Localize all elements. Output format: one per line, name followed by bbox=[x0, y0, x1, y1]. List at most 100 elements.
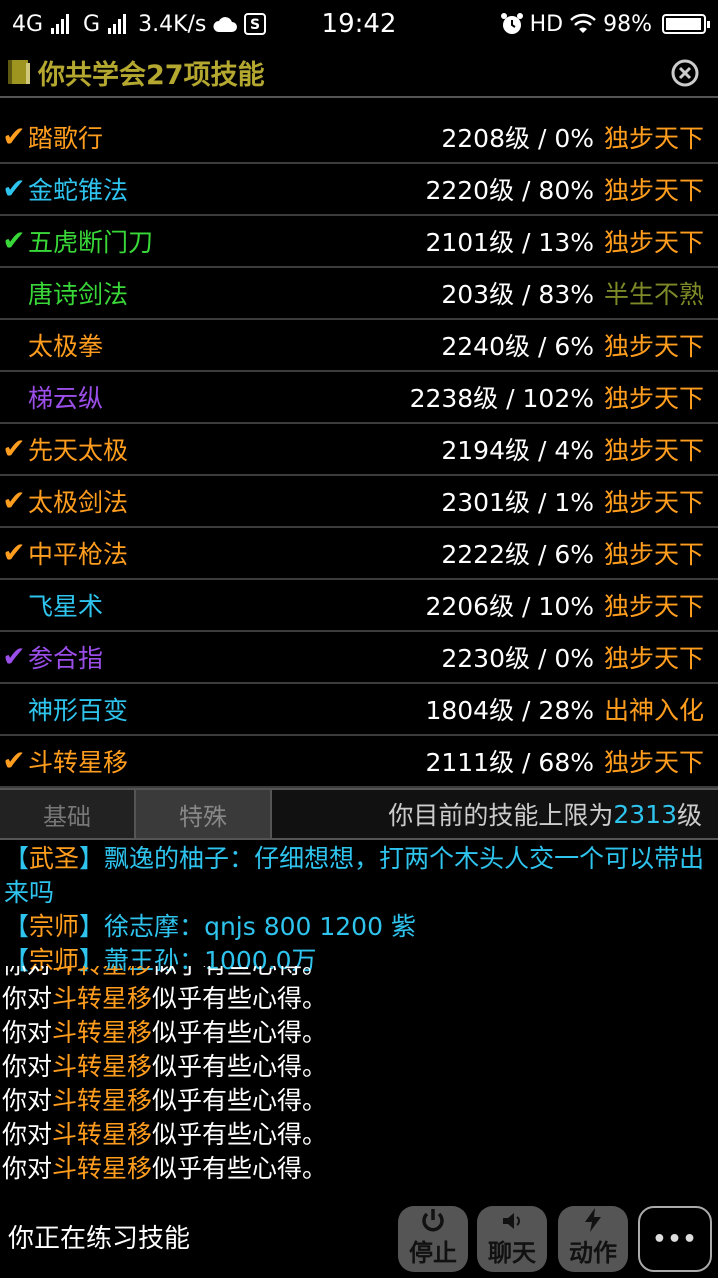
tab-special[interactable]: 特殊 bbox=[136, 790, 272, 838]
skill-grade: 独步天下 bbox=[603, 332, 704, 361]
skill-name: 参合指 bbox=[28, 644, 104, 673]
status-right: HD 98% bbox=[500, 11, 710, 37]
chat-separator: ： bbox=[179, 912, 205, 941]
check-icon: ✔ bbox=[2, 484, 26, 517]
chat-speaker[interactable]: 徐志摩 bbox=[104, 912, 179, 941]
status-bar: 4G G 3.4K/s S 19:42 HD 98% bbox=[0, 0, 718, 48]
bracket-close: 】 bbox=[79, 912, 105, 941]
log-line: 你对斗转星移似乎有些心得。 bbox=[0, 1152, 718, 1186]
log-suffix: 似乎有些心得。 bbox=[152, 1154, 328, 1183]
log-prefix: 你对 bbox=[2, 1018, 53, 1047]
skill-row[interactable]: 唐诗剑法 203级 / 83% 半生不熟 bbox=[0, 268, 718, 320]
log-skill: 斗转星移 bbox=[52, 1086, 153, 1115]
log-skill: 斗转星移 bbox=[52, 1154, 153, 1183]
skill-grade: 独步天下 bbox=[603, 540, 704, 569]
skill-stat: 203级 / 83% 半生不熟 bbox=[441, 275, 704, 311]
tab-basic[interactable]: 基础 bbox=[0, 790, 136, 838]
skill-row[interactable]: 飞星术 2206级 / 10% 独步天下 bbox=[0, 580, 718, 632]
skill-name: 五虎断门刀 bbox=[28, 228, 154, 257]
skill-row[interactable]: ✔ 踏歌行 2208级 / 0% 独步天下 bbox=[0, 112, 718, 164]
net-speed: 3.4K/s bbox=[138, 11, 207, 37]
skill-row[interactable]: ✔ 先天太极 2194级 / 4% 独步天下 bbox=[0, 424, 718, 476]
check-icon: ✔ bbox=[2, 744, 26, 777]
skill-level: 2208级 / 0% bbox=[441, 124, 594, 153]
log-prefix: 你对 bbox=[2, 1120, 53, 1149]
speaker-icon bbox=[503, 1213, 520, 1229]
skill-name: 中平枪法 bbox=[28, 540, 129, 569]
signal-icon-2 bbox=[108, 14, 127, 34]
log-suffix: 似乎有些心得。 bbox=[152, 1018, 328, 1047]
skill-level: 2301级 / 1% bbox=[441, 488, 594, 517]
skill-row[interactable]: 太极拳 2240级 / 6% 独步天下 bbox=[0, 320, 718, 372]
action-button[interactable]: 动作 bbox=[558, 1206, 628, 1272]
hd-label: HD bbox=[529, 11, 564, 37]
battery-percent: 98% bbox=[603, 11, 652, 37]
skill-row[interactable]: ✔ 金蛇锥法 2220级 / 80% 独步天下 bbox=[0, 164, 718, 216]
practice-status: 你正在练习技能 bbox=[8, 1224, 191, 1254]
skill-level: 2111级 / 68% bbox=[425, 748, 594, 777]
skill-stat: 2220级 / 80% 独步天下 bbox=[425, 171, 704, 207]
chat-rank: 宗师 bbox=[29, 912, 80, 941]
log-line: 你对斗转星移似乎有些心得。 bbox=[0, 966, 718, 982]
log-skill: 斗转星移 bbox=[52, 1018, 153, 1047]
log-line: 你对斗转星移似乎有些心得。 bbox=[0, 982, 718, 1016]
alarm-icon bbox=[500, 12, 524, 36]
skill-row[interactable]: ✔ 中平枪法 2222级 / 6% 独步天下 bbox=[0, 528, 718, 580]
skill-name: 唐诗剑法 bbox=[28, 280, 129, 309]
skill-grade: 独步天下 bbox=[603, 488, 704, 517]
close-icon bbox=[671, 59, 699, 87]
skill-grade: 独步天下 bbox=[603, 228, 704, 257]
skill-row[interactable]: ✔ 五虎断门刀 2101级 / 13% 独步天下 bbox=[0, 216, 718, 268]
skill-grade: 半生不熟 bbox=[603, 280, 704, 309]
chat-speaker[interactable]: 飘逸的柚子 bbox=[104, 844, 229, 873]
status-left: 4G G 3.4K/s S bbox=[12, 11, 267, 37]
chat-button[interactable]: 聊天 bbox=[477, 1206, 547, 1272]
skill-name: 金蛇锥法 bbox=[28, 176, 129, 205]
skill-name: 太极剑法 bbox=[28, 488, 129, 517]
more-button[interactable]: ••• bbox=[638, 1206, 712, 1272]
skill-level: 2238级 / 102% bbox=[409, 384, 594, 413]
skill-level: 1804级 / 28% bbox=[425, 696, 594, 725]
network-g-label: G bbox=[83, 11, 101, 37]
skill-name: 神形百变 bbox=[28, 696, 129, 725]
skill-row[interactable]: 梯云纵 2238级 / 102% 独步天下 bbox=[0, 372, 718, 424]
skill-stat: 2301级 / 1% 独步天下 bbox=[441, 483, 704, 519]
log-skill: 斗转星移 bbox=[52, 1120, 153, 1149]
notification-s-icon: S bbox=[244, 13, 267, 35]
chat-message: qnjs 800 1200 紫 bbox=[204, 912, 416, 941]
chat-rank: 武圣 bbox=[29, 844, 80, 873]
check-icon: ✔ bbox=[2, 224, 26, 257]
close-button[interactable] bbox=[670, 58, 700, 88]
skill-stat: 2240级 / 6% 独步天下 bbox=[441, 327, 704, 363]
skill-row[interactable]: ✔ 参合指 2230级 / 0% 独步天下 bbox=[0, 632, 718, 684]
limit-value: 2313 bbox=[613, 799, 677, 829]
skill-stat: 2194级 / 4% 独步天下 bbox=[441, 431, 704, 467]
skill-name: 梯云纵 bbox=[28, 384, 104, 413]
skill-grade: 独步天下 bbox=[603, 748, 704, 777]
skill-stat: 2111级 / 68% 独步天下 bbox=[425, 743, 704, 779]
skill-level: 2101级 / 13% bbox=[425, 228, 594, 257]
bracket-close: 】 bbox=[79, 844, 105, 873]
page-title: 你共学会27项技能 bbox=[38, 59, 265, 91]
skill-grade: 独步天下 bbox=[603, 592, 704, 621]
skill-row[interactable]: ✔ 太极剑法 2301级 / 1% 独步天下 bbox=[0, 476, 718, 528]
log-prefix: 你对 bbox=[2, 984, 53, 1013]
skill-stat: 2238级 / 102% 独步天下 bbox=[410, 379, 704, 415]
log-prefix: 你对 bbox=[2, 966, 52, 979]
skill-name: 斗转星移 bbox=[28, 748, 129, 777]
skill-level: 2194级 / 4% bbox=[441, 436, 594, 465]
skill-limit: 你目前的技能上限为 2313 级 bbox=[272, 790, 718, 838]
skill-name: 太极拳 bbox=[28, 332, 104, 361]
log-skill: 斗转星移 bbox=[52, 984, 153, 1013]
signal-icon bbox=[51, 14, 70, 34]
skill-row[interactable]: ✔ 斗转星移 2111级 / 68% 独步天下 bbox=[0, 736, 718, 788]
skill-stat: 2206级 / 10% 独步天下 bbox=[425, 587, 704, 623]
chat-separator: ： bbox=[229, 844, 255, 873]
skill-row[interactable]: 神形百变 1804级 / 28% 出神入化 bbox=[0, 684, 718, 736]
skill-grade: 独步天下 bbox=[603, 384, 704, 413]
limit-suffix: 级 bbox=[676, 801, 702, 830]
message-log[interactable]: 你对斗转星移似乎有些心得。 你对斗转星移似乎有些心得。 你对斗转星移似乎有些心得。你… bbox=[0, 966, 718, 1204]
stop-button[interactable]: 停止 bbox=[398, 1206, 468, 1272]
log-line: 你对斗转星移似乎有些心得。 bbox=[0, 1050, 718, 1084]
lightning-icon bbox=[585, 1208, 601, 1232]
